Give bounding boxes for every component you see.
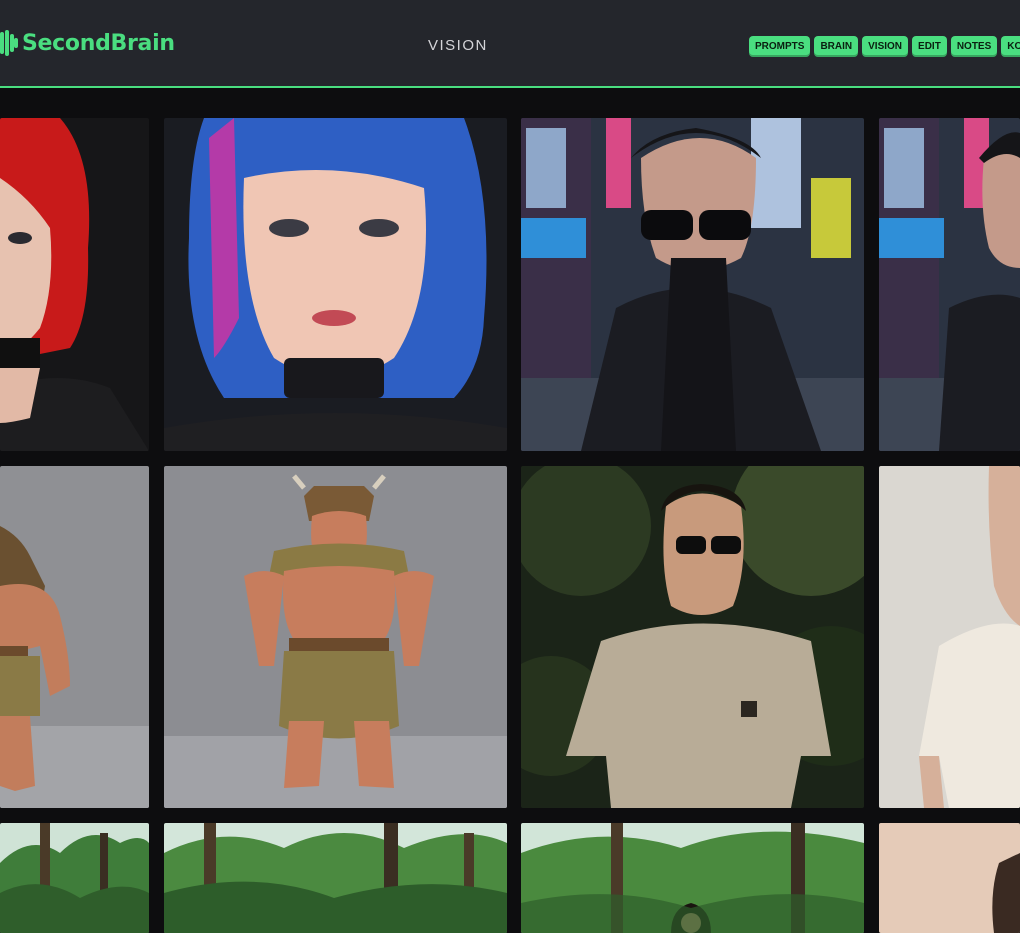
gallery-tile[interactable] [164,466,507,808]
gallery-tile[interactable] [164,118,507,451]
nav-vision-button[interactable]: VISION [862,36,909,57]
barbarian-dwarf-figure-image [164,466,507,808]
cyberpunk-man-sunglasses-image [879,118,1020,451]
portrait-blue-hair-woman-image [164,118,507,451]
jungle-scene-image [0,823,149,933]
gallery-tile[interactable] [521,118,864,451]
gallery-tile[interactable] [879,823,1020,933]
man-jungle-tshirt-image [521,466,864,808]
logo[interactable]: SecondBrain [0,26,175,60]
portrait-beige-image [879,823,1020,933]
page-title: VISION [428,37,488,54]
gallery-tile[interactable] [521,823,864,933]
cyberpunk-man-sunglasses-image [521,118,864,451]
gallery-tile[interactable] [0,823,149,933]
barbarian-dwarf-figure-image [0,466,149,808]
logo-text: SecondBrain [22,30,175,56]
gallery-tile[interactable] [879,118,1020,451]
image-gallery [0,90,1020,933]
gallery-tile[interactable] [0,466,149,808]
nav-notes-button[interactable]: NOTES [950,36,998,57]
nav-brain-button[interactable]: BRAIN [814,36,859,57]
man-white-tshirt-image [879,466,1020,808]
nav-kom-button[interactable]: KOM [1001,36,1020,57]
gallery-tile[interactable] [0,118,149,451]
jungle-scene-image [164,823,507,933]
portrait-red-hair-woman-image [0,118,149,451]
gallery-tile[interactable] [164,823,507,933]
top-nav: PROMPTS BRAIN VISION EDIT NOTES KOM [749,36,1020,57]
brain-icon [0,30,18,56]
gallery-tile[interactable] [879,466,1020,808]
app-header: SecondBrain VISION PROMPTS BRAIN VISION … [0,0,1020,88]
nav-edit-button[interactable]: EDIT [912,36,947,57]
nav-prompts-button[interactable]: PROMPTS [749,36,811,57]
gallery-tile[interactable] [521,466,864,808]
jungle-woman-image [521,823,864,933]
